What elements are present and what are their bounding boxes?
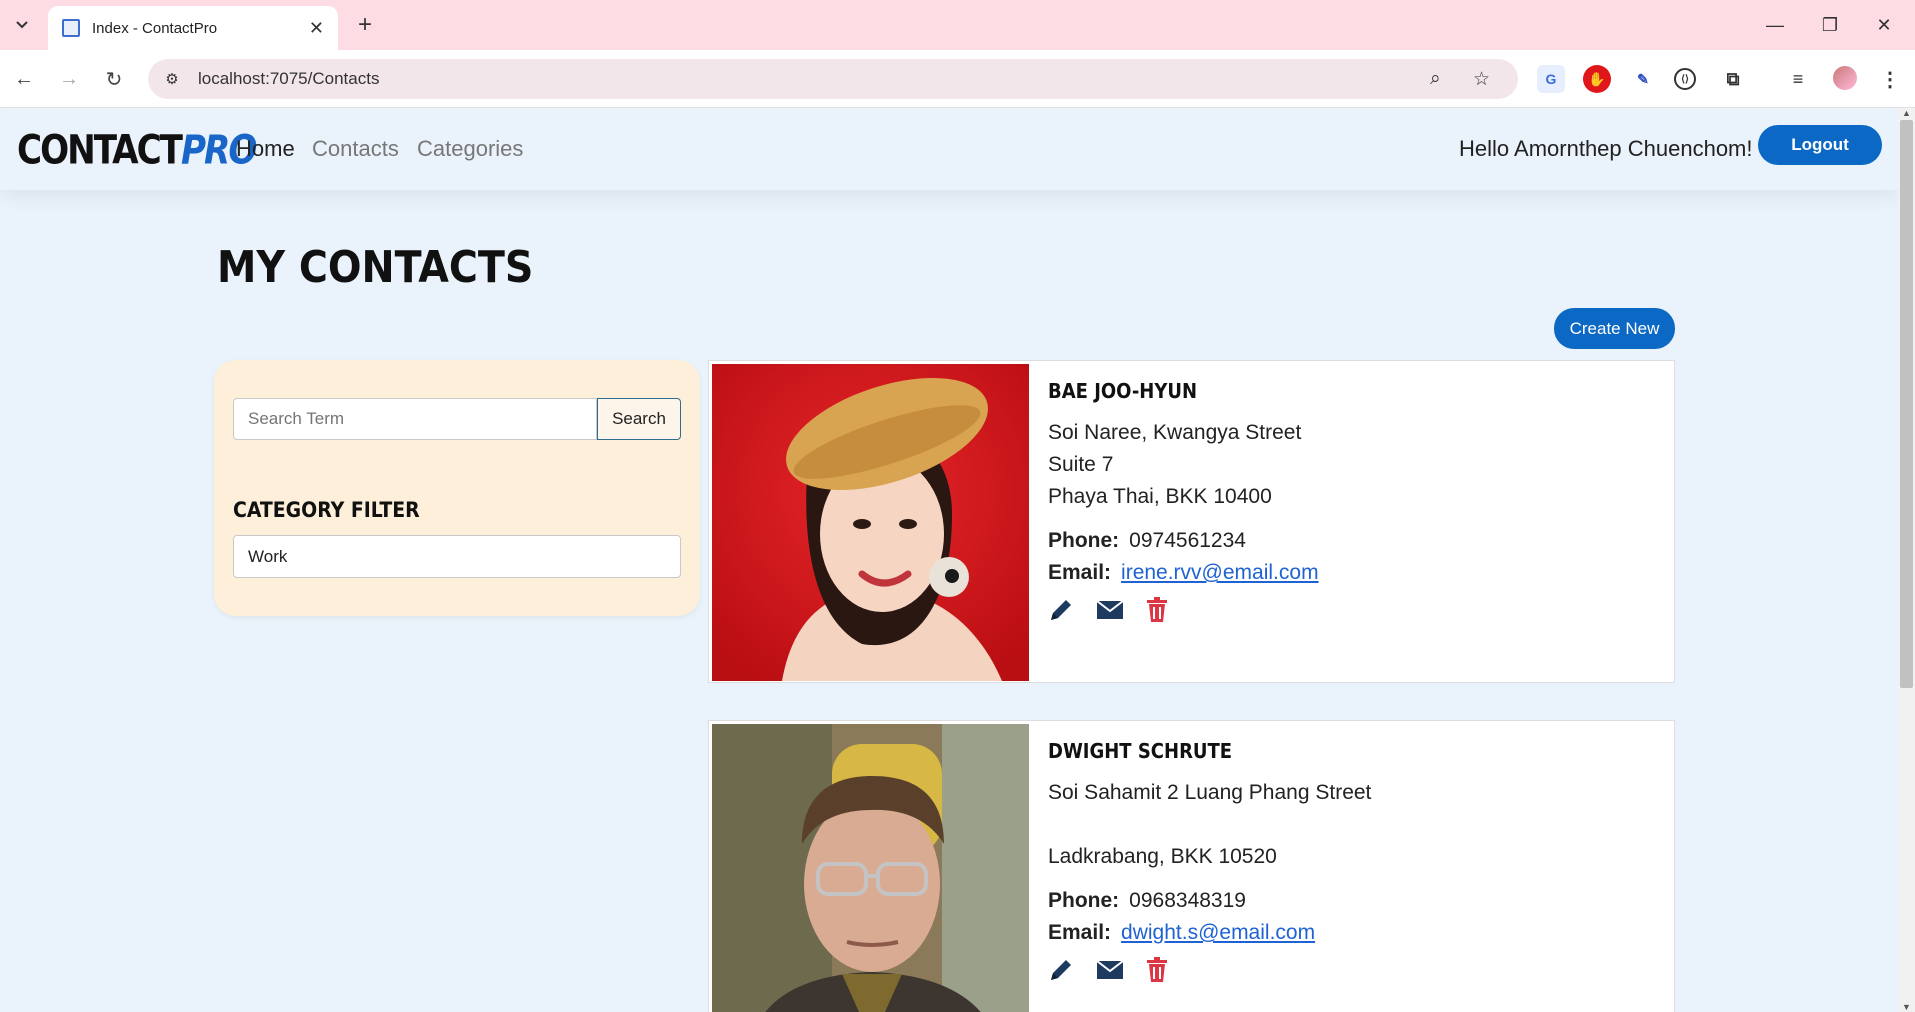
email-label: Email: <box>1048 921 1112 944</box>
nav-link-contacts[interactable]: Contacts <box>312 136 399 162</box>
browser-tab[interactable]: Index - ContactPro ✕ <box>48 6 338 50</box>
bookmark-star-icon[interactable]: ☆ <box>1473 59 1490 99</box>
address-city-line: Phaya Thai, BKK 10400 <box>1048 485 1272 508</box>
address-line-1: Soi Sahamit 2 Luang Phang Street <box>1048 781 1372 804</box>
app-navbar: CONTACTPRO Home Contacts Categories Hell… <box>0 108 1898 190</box>
scroll-down-arrow-icon[interactable]: ▼ <box>1902 1002 1911 1012</box>
phone-value: 0968348319 <box>1129 889 1246 912</box>
contact-address: Soi Naree, Kwangya Street Suite 7 Phaya … <box>1048 417 1648 513</box>
email-link[interactable]: dwight.s@email.com <box>1121 921 1315 944</box>
scroll-up-arrow-icon[interactable]: ▲ <box>1902 108 1911 118</box>
category-filter-select[interactable]: Work <box>233 535 681 578</box>
edit-pencil-icon[interactable] <box>1048 957 1074 983</box>
address-city-line: Ladkrabang, BKK 10520 <box>1048 845 1277 868</box>
page-favicon-icon <box>62 19 80 37</box>
user-greeting: Hello Amornthep Chuenchom! <box>1459 136 1753 161</box>
address-line-1: Soi Naree, Kwangya Street <box>1048 421 1302 444</box>
contact-card: BAE JOO-HYUN Soi Naree, Kwangya Street S… <box>708 360 1675 683</box>
restore-button[interactable]: ❐ <box>1812 10 1848 40</box>
page-scrollbar[interactable]: ▲ ▼ <box>1898 108 1915 1012</box>
phone-value: 0974561234 <box>1129 529 1246 552</box>
create-new-button[interactable]: Create New <box>1554 308 1675 349</box>
contact-info: BAE JOO-HYUN Soi Naree, Kwangya Street S… <box>1048 379 1648 625</box>
reload-button[interactable]: ↻ <box>99 64 129 94</box>
browser-tab-strip: Index - ContactPro ✕ + — ❐ ✕ <box>0 0 1915 50</box>
tab-title: Index - ContactPro <box>92 19 218 37</box>
browser-menu-icon[interactable]: ⋮ <box>1876 65 1904 93</box>
address-line-2: Suite 7 <box>1048 453 1114 476</box>
filter-panel: Search CATEGORY FILTER Work <box>214 360 700 616</box>
extensions-puzzle-icon[interactable]: ⧉ <box>1719 65 1747 93</box>
contact-email-row: Email: irene.rvv@email.com <box>1048 557 1648 589</box>
phone-label: Phone: <box>1048 889 1120 912</box>
new-tab-button[interactable]: + <box>350 10 380 40</box>
contact-info: DWIGHT SCHRUTE Soi Sahamit 2 Luang Phang… <box>1048 739 1648 985</box>
contact-phone-row: Phone: 0974561234 <box>1048 525 1648 557</box>
address-line-2 <box>1048 809 1648 841</box>
brand-logo-part1: CONTACT <box>17 126 183 174</box>
adblock-extension-icon[interactable]: ✋ <box>1583 65 1611 93</box>
contact-photo <box>712 364 1029 681</box>
delete-trash-icon[interactable] <box>1146 597 1168 623</box>
phone-label: Phone: <box>1048 529 1120 552</box>
site-info-icon[interactable]: ⚙ <box>160 67 184 91</box>
contact-name: DWIGHT SCHRUTE <box>1048 739 1233 763</box>
close-tab-icon[interactable]: ✕ <box>309 18 324 39</box>
contact-email-row: Email: dwight.s@email.com <box>1048 917 1648 949</box>
search-input[interactable] <box>233 398 597 440</box>
forward-button[interactable]: → <box>54 64 84 94</box>
contact-card: DWIGHT SCHRUTE Soi Sahamit 2 Luang Phang… <box>708 720 1675 1012</box>
address-bar[interactable]: ⚙ localhost:7075/Contacts ⌕ ☆ <box>148 59 1518 99</box>
translate-extension-icon[interactable]: G <box>1537 65 1565 93</box>
page-title: MY CONTACTS <box>217 242 534 293</box>
tab-search-button[interactable] <box>8 12 36 38</box>
browser-toolbar: ← → ↻ ⚙ localhost:7075/Contacts ⌕ ☆ G ✋ … <box>0 50 1915 108</box>
back-button[interactable]: ← <box>9 64 39 94</box>
contact-photo <box>712 724 1029 1012</box>
nav-link-categories[interactable]: Categories <box>417 136 523 162</box>
brand-logo[interactable]: CONTACTPRO <box>17 126 257 174</box>
category-filter-heading: CATEGORY FILTER <box>233 498 420 522</box>
url-text: localhost:7075/Contacts <box>198 69 380 88</box>
category-selected-value: Work <box>248 546 288 566</box>
scrollbar-thumb[interactable] <box>1900 120 1913 688</box>
email-link[interactable]: irene.rvv@email.com <box>1121 561 1319 584</box>
edit-pencil-icon[interactable] <box>1048 597 1074 623</box>
contact-name: BAE JOO-HYUN <box>1048 379 1198 403</box>
zoom-icon[interactable]: ⌕ <box>1430 59 1441 99</box>
close-window-button[interactable]: ✕ <box>1866 10 1902 40</box>
email-envelope-icon[interactable] <box>1096 959 1124 981</box>
contact-photo-image <box>712 724 1029 1012</box>
edit-extension-icon[interactable]: ✎ <box>1629 65 1657 93</box>
contact-actions <box>1048 955 1648 985</box>
chevron-down-icon <box>16 21 28 29</box>
nav-link-home[interactable]: Home <box>236 136 295 162</box>
contact-address: Soi Sahamit 2 Luang Phang Street Ladkrab… <box>1048 777 1648 873</box>
email-envelope-icon[interactable] <box>1096 599 1124 621</box>
media-controls-icon[interactable]: ≡ <box>1784 65 1812 93</box>
contact-phone-row: Phone: 0968348319 <box>1048 885 1648 917</box>
search-button[interactable]: Search <box>597 398 681 440</box>
contact-actions <box>1048 595 1648 625</box>
email-label: Email: <box>1048 561 1112 584</box>
logout-button[interactable]: Logout <box>1758 125 1882 165</box>
delete-trash-icon[interactable] <box>1146 957 1168 983</box>
profile-avatar[interactable] <box>1831 64 1859 92</box>
minimize-button[interactable]: — <box>1757 10 1793 40</box>
devtools-extension-icon[interactable]: ⟨⟩ <box>1674 68 1696 90</box>
contact-photo-image <box>712 364 1029 681</box>
